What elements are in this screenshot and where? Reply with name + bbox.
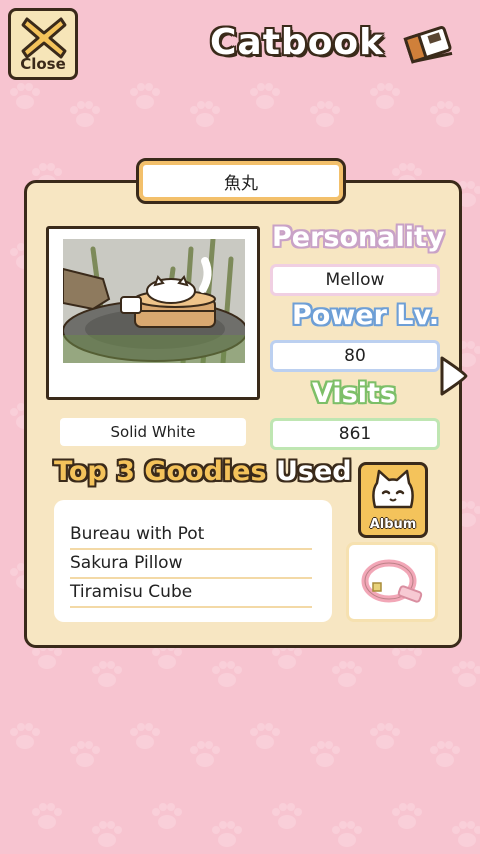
visits-value: 861 [270, 418, 440, 450]
goodies-list: Bureau with Pot Sakura Pillow Tiramisu C… [54, 500, 332, 622]
paw-print-icon [248, 82, 282, 112]
paw-print-icon [128, 82, 162, 112]
paw-print-icon [68, 100, 102, 130]
goodies-heading: Top 3 Goodies Used [54, 456, 352, 487]
paw-print-icon [330, 660, 364, 690]
paw-print-icon [270, 802, 304, 832]
page-title: Catbook [210, 22, 385, 63]
cat-pattern: Solid White [60, 418, 246, 446]
book-icon [403, 25, 453, 64]
cat-photo [63, 239, 245, 363]
paw-print-icon [8, 722, 42, 752]
paw-print-icon [128, 722, 162, 752]
cat-photo-frame [46, 226, 260, 400]
paw-print-icon [308, 100, 342, 130]
goodies-heading-used: Used [275, 456, 352, 487]
paw-print-icon [368, 722, 402, 752]
album-button[interactable]: Album [358, 462, 428, 538]
power-level-heading: Power Lv. [292, 300, 440, 331]
paw-print-icon [210, 660, 244, 690]
visits-heading: Visits [312, 378, 396, 409]
list-item: Sakura Pillow [70, 549, 312, 579]
power-level-value: 80 [270, 340, 440, 372]
paw-print-icon [368, 82, 402, 112]
paw-print-icon [210, 820, 244, 850]
list-item: Tiramisu Cube [70, 578, 312, 608]
paw-print-icon [188, 740, 222, 770]
cat-face-icon [372, 469, 414, 509]
goodies-heading-goodies: Goodies [144, 456, 267, 487]
collar-icon [361, 559, 423, 603]
cat-name: 魚丸 [136, 158, 346, 204]
goodies-heading-top: Top 3 [54, 456, 135, 487]
paw-print-icon [150, 802, 184, 832]
paw-print-icon [428, 740, 462, 770]
paw-print-icon [450, 660, 480, 690]
next-arrow-icon[interactable] [440, 356, 468, 396]
paw-print-icon [450, 820, 480, 850]
album-label: Album [369, 517, 417, 532]
close-label: Close [20, 55, 66, 73]
personality-heading: Personality [272, 222, 445, 253]
paw-print-icon [428, 100, 462, 130]
close-button[interactable]: Close [8, 8, 78, 80]
paw-print-icon [68, 740, 102, 770]
paw-print-icon [248, 722, 282, 752]
paw-print-icon [8, 82, 42, 112]
personality-value: Mellow [270, 264, 440, 296]
paw-print-icon [330, 820, 364, 850]
paw-print-icon [90, 660, 124, 690]
paw-print-icon [390, 802, 424, 832]
paw-print-icon [30, 802, 64, 832]
paw-print-icon [188, 100, 222, 130]
memento-box[interactable] [346, 542, 438, 622]
paw-print-icon [308, 740, 342, 770]
paw-print-icon [90, 820, 124, 850]
list-item: Bureau with Pot [70, 520, 312, 550]
